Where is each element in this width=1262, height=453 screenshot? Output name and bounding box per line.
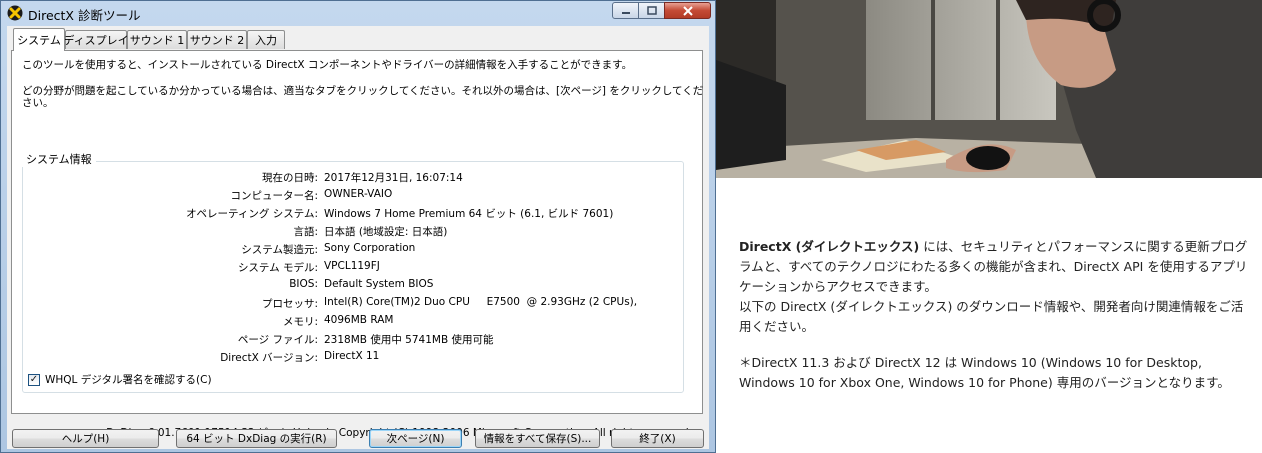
hero-photo-gamer (716, 0, 1262, 178)
tab-system[interactable]: システム (13, 28, 65, 51)
close-button[interactable] (664, 2, 711, 19)
info-row-manufacturer: システム製造元: Sony Corporation (22, 242, 672, 258)
dialog-client-area: システム ディスプレイ サウンド 1 サウンド 2 入力 このツールを使用すると… (7, 26, 709, 449)
info-row-processor: プロセッサ: Intel(R) Core(TM)2 Duo CPU E7500 … (22, 296, 672, 312)
info-value: Intel(R) Core(TM)2 Duo CPU E7500 @ 2.93G… (324, 296, 638, 308)
info-row-memory: メモリ: 4096MB RAM (22, 314, 672, 330)
title-bar[interactable]: DirectX 診断ツール (1, 1, 715, 25)
info-value: DirectX 11 (324, 350, 380, 362)
article-paragraph-1: DirectX (ダイレクトエックス) には、セキュリティとパフォーマンスに関す… (739, 237, 1254, 297)
article-note: ＊DirectX 11.3 および DirectX 12 は Windows 1… (739, 355, 1230, 390)
info-label: システム モデル: (237, 262, 318, 274)
run-64bit-dxdiag-button[interactable]: 64 ビット DxDiag の実行(R) (176, 429, 337, 448)
info-row-os: オペレーティング システム: Windows 7 Home Premium 64… (22, 206, 672, 222)
whql-checkbox-label[interactable]: WHQL デジタル署名を確認する(C) (45, 372, 212, 387)
info-label: メモリ: (282, 316, 318, 328)
info-row-directx-version: DirectX バージョン: DirectX 11 (22, 350, 672, 366)
window-title: DirectX 診断ツール (28, 8, 141, 23)
info-value: 2318MB 使用中 5741MB 使用可能 (324, 334, 494, 346)
tab-input[interactable]: 入力 (247, 30, 285, 49)
system-tab-panel: このツールを使用すると、インストールされている DirectX コンポーネントや… (11, 50, 704, 439)
minimize-button[interactable] (612, 2, 639, 19)
info-row-model: システム モデル: VPCL119FJ (22, 260, 672, 276)
info-row-datetime: 現在の日時: 2017年12月31日, 16:07:14 (22, 170, 672, 186)
article-spacer (739, 337, 1254, 353)
help-button[interactable]: ヘルプ(H) (12, 429, 159, 448)
info-value: Windows 7 Home Premium 64 ビット (6.1, ビルド … (324, 208, 614, 220)
tab-sound-1[interactable]: サウンド 1 (127, 30, 187, 49)
minimize-icon (621, 11, 630, 14)
article-title-bold: DirectX (ダイレクトエックス) (739, 239, 920, 254)
maximize-icon (646, 6, 657, 15)
info-row-page-file: ページ ファイル: 2318MB 使用中 5741MB 使用可能 (22, 332, 672, 348)
whql-checkbox[interactable]: ✓ (28, 374, 40, 386)
save-all-info-button[interactable]: 情報をすべて保存(S)... (475, 429, 600, 448)
system-info-heading: システム情報 (22, 151, 96, 167)
article-paragraph-2: 以下の DirectX (ダイレクトエックス) のダウンロード情報や、開発者向け… (739, 299, 1244, 334)
directx-x-icon (7, 5, 23, 21)
exit-button[interactable]: 終了(X) (611, 429, 704, 448)
info-value: VPCL119FJ (324, 260, 380, 272)
info-value: 4096MB RAM (324, 314, 394, 326)
info-label: 言語: (293, 226, 318, 238)
intro-text-line-2: どの分野が問題を起こしているか分かっている場合は、適当なタブをクリックしてくださ… (22, 85, 704, 97)
info-label: 現在の日時: (261, 172, 318, 184)
info-label: コンピューター名: (230, 190, 318, 202)
directx-article: DirectX (ダイレクトエックス) には、セキュリティとパフォーマンスに関す… (739, 237, 1254, 393)
info-value: 2017年12月31日, 16:07:14 (324, 172, 463, 184)
info-value: 日本語 (地域設定: 日本語) (324, 226, 448, 238)
info-row-computer-name: コンピューター名: OWNER-VAIO (22, 188, 672, 204)
tab-display[interactable]: ディスプレイ (63, 30, 129, 49)
tab-sound-2[interactable]: サウンド 2 (187, 30, 247, 49)
info-row-bios: BIOS: Default System BIOS (22, 278, 672, 294)
next-page-button[interactable]: 次ページ(N) (369, 429, 462, 448)
maximize-button[interactable] (638, 2, 665, 19)
info-label: プロセッサ: (261, 298, 318, 310)
info-value: OWNER-VAIO (324, 188, 393, 200)
info-value: Default System BIOS (324, 278, 434, 290)
intro-text-line-3: さい。 (22, 97, 54, 109)
info-row-language: 言語: 日本語 (地域設定: 日本語) (22, 224, 672, 240)
intro-text-line-1: このツールを使用すると、インストールされている DirectX コンポーネントや… (22, 59, 633, 71)
info-label: BIOS: (289, 278, 318, 290)
directx-diag-window: DirectX 診断ツール システム ディスプレイ サウンド 1 サウンド 2 … (0, 0, 716, 453)
info-label: DirectX バージョン: (220, 352, 318, 364)
close-icon (682, 5, 693, 16)
info-label: システム製造元: (241, 244, 318, 256)
gamer-photo-illustration (716, 0, 1262, 178)
info-label: ページ ファイル: (237, 334, 318, 346)
info-label: オペレーティング システム: (186, 208, 318, 220)
info-value: Sony Corporation (324, 242, 416, 254)
